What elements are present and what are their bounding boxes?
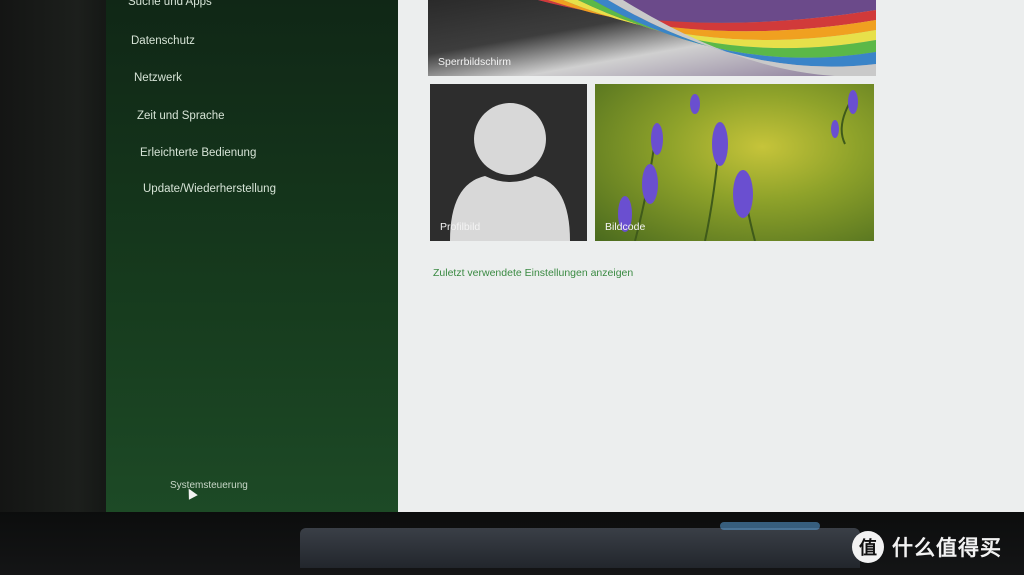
screen: Suche und Apps Datenschutz Netzwerk Zeit… — [106, 0, 1024, 514]
sidebar-item-network[interactable]: Netzwerk — [134, 72, 182, 84]
settings-content: Sperrbildschirm Profilbild Bildcode Zule… — [398, 0, 1024, 514]
settings-sidebar: Suche und Apps Datenschutz Netzwerk Zeit… — [106, 0, 398, 514]
sidebar-item-ease-of-access[interactable]: Erleichterte Bedienung — [140, 147, 256, 159]
watermark-text: 什么值得买 — [892, 537, 1002, 560]
profile-picture-tile[interactable]: Profilbild — [430, 84, 587, 241]
sidebar-item-privacy[interactable]: Datenschutz — [131, 35, 195, 47]
control-panel-link[interactable]: Systemsteuerung — [170, 480, 248, 491]
user-silhouette-icon — [450, 103, 570, 241]
sidebar-item-search-apps[interactable]: Suche und Apps — [128, 0, 212, 8]
picture-password-tile[interactable]: Bildcode — [595, 84, 874, 241]
recent-settings-link[interactable]: Zuletzt verwendete Einstellungen anzeige… — [433, 267, 633, 279]
profile-picture-label: Profilbild — [440, 221, 481, 233]
sidebar-item-time-language[interactable]: Zeit und Sprache — [137, 110, 225, 122]
lavender-image — [618, 90, 858, 241]
watermark-badge: 值 — [852, 531, 884, 563]
sidebar-item-update-recovery[interactable]: Update/Wiederherstellung — [143, 183, 276, 195]
monitor-stand — [300, 528, 860, 568]
picture-password-label: Bildcode — [605, 221, 646, 233]
lock-screen-label: Sperrbildschirm — [438, 56, 511, 68]
monitor-stand-light — [720, 522, 820, 530]
watermark: 值 什么值得买 — [852, 530, 1002, 564]
lock-screen-tile[interactable]: Sperrbildschirm — [428, 0, 876, 76]
